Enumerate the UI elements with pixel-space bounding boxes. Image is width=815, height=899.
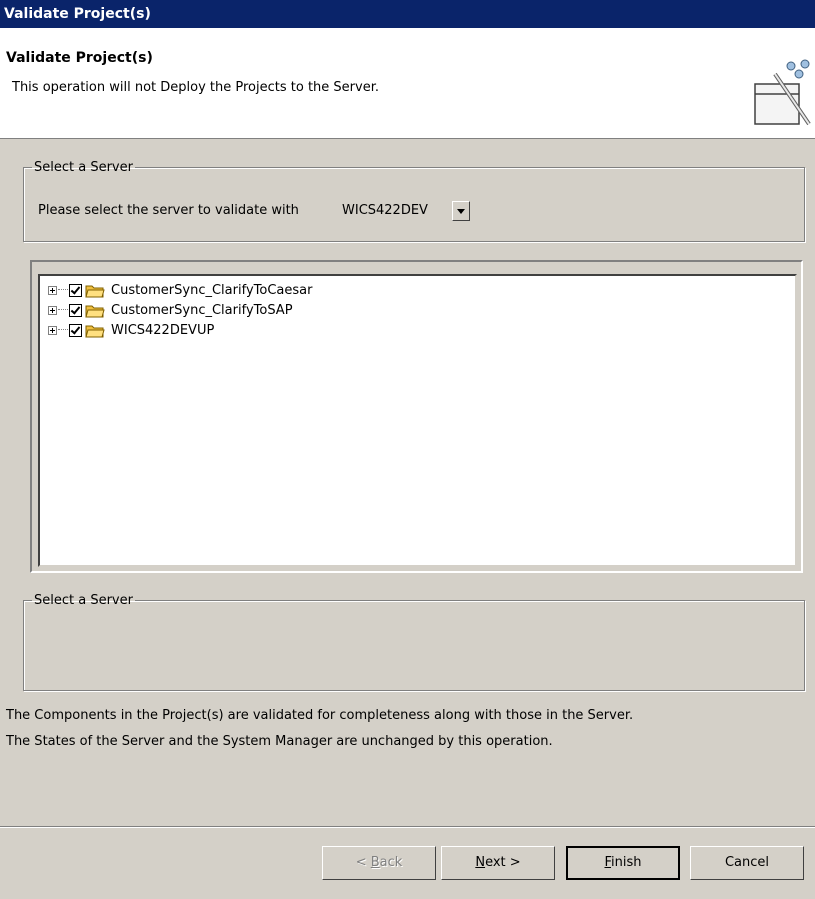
next-button[interactable]: Next > (441, 846, 555, 880)
select-server-group: Select a Server Please select the server… (23, 160, 805, 242)
folder-icon (85, 325, 105, 337)
server-select-label: Please select the server to validate wit… (38, 203, 299, 218)
tree-item[interactable]: CustomerSync_ClarifyToSAP (48, 300, 293, 320)
finish-button[interactable]: Finish (566, 846, 680, 880)
window-title: Validate Project(s) (0, 0, 815, 28)
back-button[interactable]: < Back (322, 846, 436, 880)
select-server-legend: Select a Server (34, 160, 133, 175)
wizard-header: Validate Project(s) This operation will … (0, 28, 815, 139)
project-tree-frame: CustomerSync_ClarifyToCaesar CustomerSyn… (30, 260, 803, 573)
info-text-line2: The States of the Server and the System … (6, 734, 553, 749)
expand-icon[interactable] (48, 305, 57, 315)
server-details-legend: Select a Server (34, 593, 133, 608)
button-separator (0, 826, 815, 828)
page-title: Validate Project(s) (6, 50, 153, 66)
folder-icon (85, 285, 105, 297)
tree-item-label[interactable]: WICS422DEVUP (111, 323, 214, 338)
expand-icon[interactable] (48, 285, 57, 295)
server-details-group: Select a Server (23, 593, 805, 691)
expand-icon[interactable] (48, 325, 57, 335)
project-checkbox[interactable] (69, 303, 82, 317)
tree-item[interactable]: WICS422DEVUP (48, 320, 214, 340)
cancel-button[interactable]: Cancel (690, 846, 804, 880)
project-tree[interactable]: CustomerSync_ClarifyToCaesar CustomerSyn… (38, 274, 797, 567)
page-description: This operation will not Deploy the Proje… (12, 80, 379, 95)
folder-icon (85, 305, 105, 317)
tree-item-label[interactable]: CustomerSync_ClarifyToCaesar (111, 283, 312, 298)
tree-item-label[interactable]: CustomerSync_ClarifyToSAP (111, 303, 293, 318)
info-text-line1: The Components in the Project(s) are val… (6, 708, 634, 723)
project-checkbox[interactable] (69, 323, 82, 337)
wizard-banner-icon (754, 59, 811, 126)
project-checkbox[interactable] (69, 283, 82, 297)
server-dropdown-button[interactable] (452, 201, 470, 221)
server-select-value[interactable]: WICS422DEV (342, 203, 428, 218)
tree-item[interactable]: CustomerSync_ClarifyToCaesar (48, 280, 312, 300)
